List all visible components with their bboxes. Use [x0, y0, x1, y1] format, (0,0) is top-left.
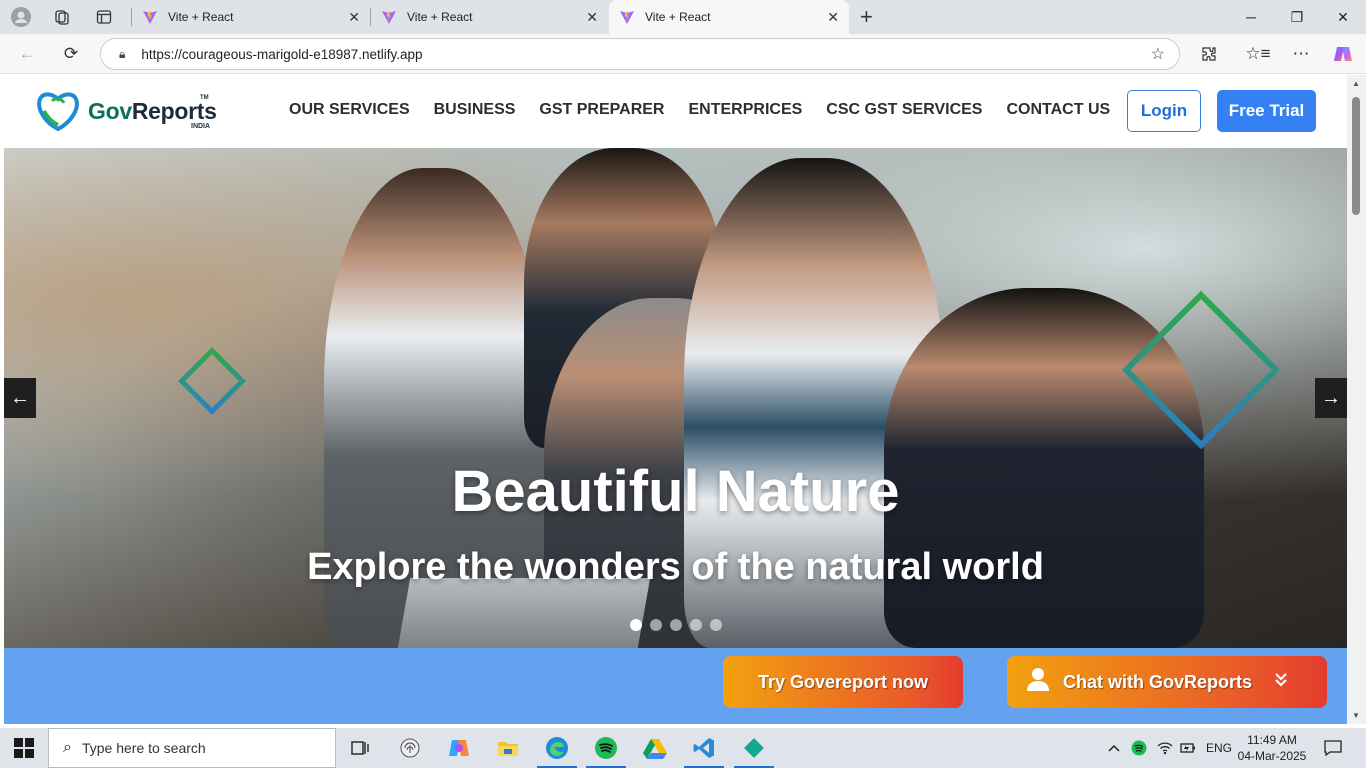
logo-text: GovReports: [88, 97, 217, 124]
workspaces-icon[interactable]: [51, 6, 73, 28]
tab-1[interactable]: Vite + React ✕: [132, 0, 370, 34]
free-trial-button[interactable]: Free Trial: [1217, 90, 1316, 132]
hero-subtitle: Explore the wonders of the natural world: [307, 546, 1044, 588]
hero-title: Beautiful Nature: [451, 459, 900, 524]
task-view-icon[interactable]: [346, 734, 374, 762]
clock-date: 04-Mar-2025: [1237, 749, 1307, 763]
vite-icon: [620, 11, 634, 24]
chat-button-label: Chat with GovReports: [1063, 671, 1253, 692]
close-tab-icon[interactable]: ✕: [348, 9, 360, 26]
clock[interactable]: 11:49 AM 04-Mar-2025: [1236, 732, 1308, 764]
tab-title: Vite + React: [168, 10, 234, 24]
copilot-taskbar-icon[interactable]: [445, 734, 473, 762]
main-nav: OUR SERVICES BUSINESS GST PREPARER ENTER…: [289, 101, 1134, 119]
close-tab-icon[interactable]: ✕: [586, 9, 598, 26]
logo-shield-icon: [37, 92, 79, 132]
edge-icon[interactable]: [537, 734, 577, 768]
back-icon[interactable]: ←: [16, 43, 38, 65]
logo-tm: TM: [200, 95, 209, 101]
chevron-double-down-icon: [1275, 672, 1287, 692]
taskbar-search[interactable]: ⌕ Type here to search: [48, 728, 336, 768]
site-header: GovReports TM INDIA OUR SERVICES BUSINES…: [4, 75, 1347, 148]
page-scrollbar[interactable]: ▲ ▼: [1347, 75, 1366, 724]
carousel-prev-button[interactable]: ←: [4, 378, 36, 418]
google-drive-icon[interactable]: [641, 734, 669, 762]
carousel-dot-1[interactable]: [630, 619, 642, 631]
login-button[interactable]: Login: [1127, 90, 1201, 132]
battery-icon[interactable]: [1180, 728, 1196, 768]
try-govereport-button[interactable]: Try Govereport now: [723, 656, 963, 708]
carousel-indicators: [630, 619, 722, 631]
nav-enterprices[interactable]: ENTERPRICES: [688, 101, 802, 119]
lock-icon[interactable]: 🔒︎: [119, 47, 125, 62]
hero-carousel: Beautiful Nature Explore the wonders of …: [4, 148, 1347, 648]
scroll-down-icon[interactable]: ▼: [1352, 711, 1360, 720]
spotify-tray-icon[interactable]: [1131, 728, 1147, 768]
diamond-app-icon[interactable]: [734, 734, 774, 768]
nav-gst-preparer[interactable]: GST PREPARER: [539, 101, 664, 119]
tab-actions-icon[interactable]: [93, 6, 115, 28]
carousel-dot-4[interactable]: [690, 619, 702, 631]
carousel-dot-2[interactable]: [650, 619, 662, 631]
vscode-icon[interactable]: [684, 734, 724, 768]
nav-csc-gst-services[interactable]: CSC GST SERVICES: [826, 101, 982, 119]
close-window-icon[interactable]: ✕: [1320, 0, 1366, 34]
carousel-dot-3[interactable]: [670, 619, 682, 631]
restore-icon[interactable]: ❐: [1274, 0, 1320, 34]
browser-tab-bar: Vite + React ✕ Vite + React ✕ Vite + Rea…: [0, 0, 1366, 34]
address-bar-row: ← ⟳ 🔒︎ https://courageous-marigold-e1898…: [0, 34, 1366, 74]
windows-start-icon[interactable]: [14, 738, 34, 758]
url-text: https://courageous-marigold-e18987.netli…: [141, 46, 423, 62]
user-icon: [1027, 667, 1049, 697]
vite-icon: [382, 11, 396, 24]
vite-icon: [143, 11, 157, 24]
notifications-icon[interactable]: [1324, 728, 1342, 768]
tab-3-active[interactable]: Vite + React ✕: [609, 0, 849, 34]
profile-icon[interactable]: [10, 6, 32, 28]
app-fingerprint-icon[interactable]: [396, 734, 424, 762]
search-placeholder: Type here to search: [81, 740, 206, 756]
favorite-star-icon[interactable]: ☆: [1151, 44, 1165, 64]
nav-our-services[interactable]: OUR SERVICES: [289, 101, 410, 119]
scrollbar-thumb[interactable]: [1352, 97, 1360, 215]
clock-time: 11:49 AM: [1247, 733, 1297, 747]
scroll-up-icon[interactable]: ▲: [1352, 79, 1360, 88]
show-hidden-icons[interactable]: [1108, 728, 1120, 768]
more-menu-icon[interactable]: ⋯: [1290, 43, 1312, 65]
tab-title: Vite + React: [645, 10, 711, 24]
govreports-logo[interactable]: GovReports TM INDIA: [34, 89, 217, 133]
network-icon[interactable]: [1157, 728, 1173, 768]
new-tab-icon[interactable]: +: [860, 4, 873, 30]
cta-strip: Try Govereport now Chat with GovReports: [4, 648, 1347, 724]
refresh-icon[interactable]: ⟳: [60, 43, 82, 65]
close-tab-icon[interactable]: ✕: [827, 9, 839, 26]
file-explorer-icon[interactable]: [494, 734, 522, 762]
favorites-icon[interactable]: ☆≡: [1245, 43, 1270, 65]
language-indicator[interactable]: ENG: [1206, 728, 1232, 768]
carousel-next-button[interactable]: →: [1315, 378, 1347, 418]
search-icon: ⌕: [63, 739, 72, 756]
chat-button[interactable]: Chat with GovReports: [1007, 656, 1327, 708]
spotify-icon[interactable]: [586, 734, 626, 768]
tab-2[interactable]: Vite + React ✕: [371, 0, 608, 34]
tab-title: Vite + React: [407, 10, 473, 24]
logo-subtitle: INDIA: [191, 123, 211, 130]
nav-contact-us[interactable]: CONTACT US: [1006, 101, 1110, 119]
web-page: GovReports TM INDIA OUR SERVICES BUSINES…: [4, 75, 1347, 724]
extensions-icon[interactable]: [1198, 43, 1220, 65]
minimize-icon[interactable]: ─: [1228, 0, 1274, 34]
nav-business[interactable]: BUSINESS: [434, 101, 516, 119]
url-field[interactable]: 🔒︎ https://courageous-marigold-e18987.ne…: [100, 38, 1180, 70]
carousel-dot-5[interactable]: [710, 619, 722, 631]
windows-taskbar: ⌕ Type here to search ENG 11:49 AM 04-Ma…: [0, 728, 1366, 768]
copilot-icon[interactable]: [1332, 43, 1354, 65]
